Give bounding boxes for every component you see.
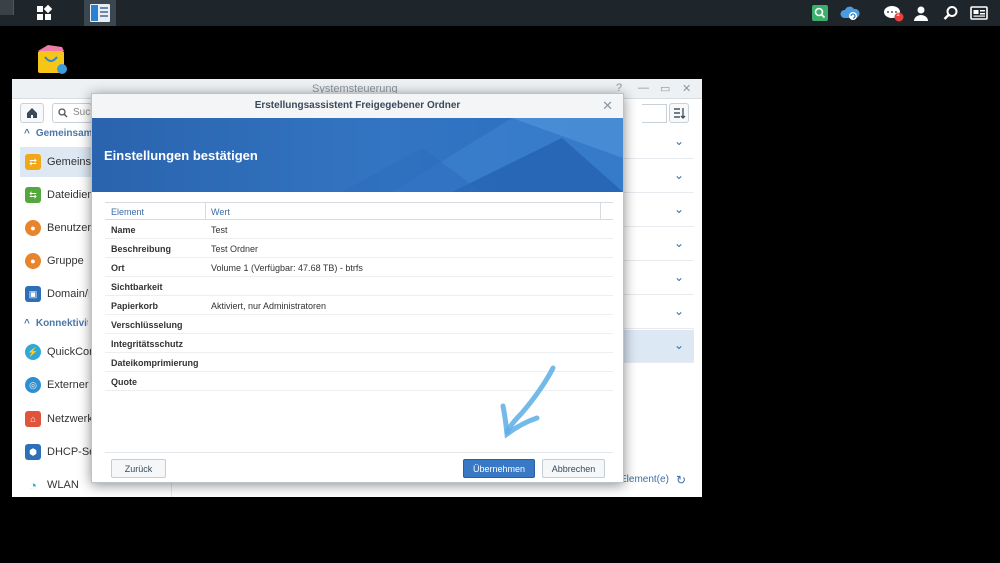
chevron-up-icon: ^ <box>24 318 30 329</box>
dhcp-icon: ⬢ <box>25 444 41 460</box>
chevron-down-icon: ⌄ <box>673 236 684 250</box>
search-icon[interactable] <box>942 4 960 22</box>
item-count-label: Element(e) <box>620 474 669 485</box>
quickconnect-icon: ⚡ <box>25 344 41 360</box>
table-row: Sichtbarkeit <box>105 277 613 296</box>
chevron-down-icon: ⌄ <box>673 134 684 148</box>
widgets-icon[interactable] <box>970 4 988 22</box>
column-divider[interactable] <box>600 203 601 220</box>
chevron-down-icon: ⌄ <box>673 338 684 352</box>
shared-folder-icon: ⇄ <box>25 154 41 170</box>
control-panel-taskbar-button[interactable] <box>84 0 116 26</box>
wifi-icon: ◔ <box>29 477 37 493</box>
home-button[interactable] <box>20 103 44 123</box>
dialog-title: Erstellungsassistent Freigegebener Ordne… <box>92 94 623 118</box>
main-menu-button[interactable] <box>30 0 58 26</box>
table-row: Papierkorb Aktiviert, nur Administratoren <box>105 296 613 315</box>
column-divider[interactable] <box>205 203 206 220</box>
back-button[interactable]: Zurück <box>111 459 166 478</box>
taskbar: 1 <box>0 0 1000 26</box>
sidebar-category-connectivity[interactable]: ^ Konnektivität <box>24 318 88 329</box>
external-access-icon: ◎ <box>25 377 41 393</box>
sidebar-category-file-sharing[interactable]: ^ Gemeinsamer Dateizugriff <box>24 128 92 139</box>
notification-badge: 1 <box>896 11 900 18</box>
maximize-icon[interactable]: ▭ <box>660 82 670 95</box>
chevron-down-icon: ⌄ <box>673 304 684 318</box>
table-row: Beschreibung Test Ordner <box>105 239 613 258</box>
filter-input[interactable] <box>642 104 667 123</box>
close-icon[interactable]: ✕ <box>682 82 691 95</box>
chevron-down-icon: ⌄ <box>673 202 684 216</box>
group-icon: ● <box>25 253 41 269</box>
file-services-icon: ⇆ <box>25 187 41 203</box>
network-icon: ⌂ <box>25 411 41 427</box>
table-row: Name Test <box>105 220 613 239</box>
table-row: Integritätsschutz <box>105 334 613 353</box>
footer-divider <box>105 452 613 453</box>
minimize-icon[interactable]: — <box>638 82 649 94</box>
package-center-desktop-icon[interactable] <box>36 43 68 75</box>
table-header: Element Wert <box>105 202 613 220</box>
user-icon: ● <box>25 220 41 236</box>
sort-button[interactable] <box>669 103 689 123</box>
table-row: Ort Volume 1 (Verfügbar: 47.68 TB) - btrf… <box>105 258 613 277</box>
dialog-banner: Einstellungen bestätigen <box>92 118 623 192</box>
control-panel-icon <box>90 4 110 22</box>
table-row: Verschlüsselung <box>105 315 613 334</box>
column-header-value[interactable]: Wert <box>211 207 230 217</box>
refresh-icon[interactable]: ↻ <box>676 473 686 487</box>
search-input[interactable]: Suchen <box>52 103 92 123</box>
cloud-sync-icon[interactable] <box>839 4 861 22</box>
notifications-icon[interactable]: 1 <box>883 4 905 22</box>
user-icon[interactable] <box>912 4 930 22</box>
cancel-button[interactable]: Abbrechen <box>542 459 605 478</box>
chevron-down-icon: ⌄ <box>673 270 684 284</box>
column-header-element[interactable]: Element <box>111 207 144 217</box>
shopping-bag-icon <box>38 45 67 74</box>
sort-icon <box>674 108 686 119</box>
search-icon <box>58 108 68 118</box>
chevron-up-icon: ^ <box>24 128 30 139</box>
close-icon[interactable]: ✕ <box>602 98 613 114</box>
show-desktop-button[interactable] <box>0 0 14 15</box>
home-icon <box>27 108 37 118</box>
search-placeholder: Suchen <box>73 107 91 118</box>
grid-icon <box>37 5 52 20</box>
chevron-down-icon: ⌄ <box>673 168 684 182</box>
domain-icon: ▣ <box>25 286 41 302</box>
search-app-icon[interactable] <box>811 4 829 22</box>
apply-button[interactable]: Übernehmen <box>463 459 535 478</box>
dialog-heading: Einstellungen bestätigen <box>104 148 258 163</box>
annotation-arrow-icon <box>500 365 556 439</box>
